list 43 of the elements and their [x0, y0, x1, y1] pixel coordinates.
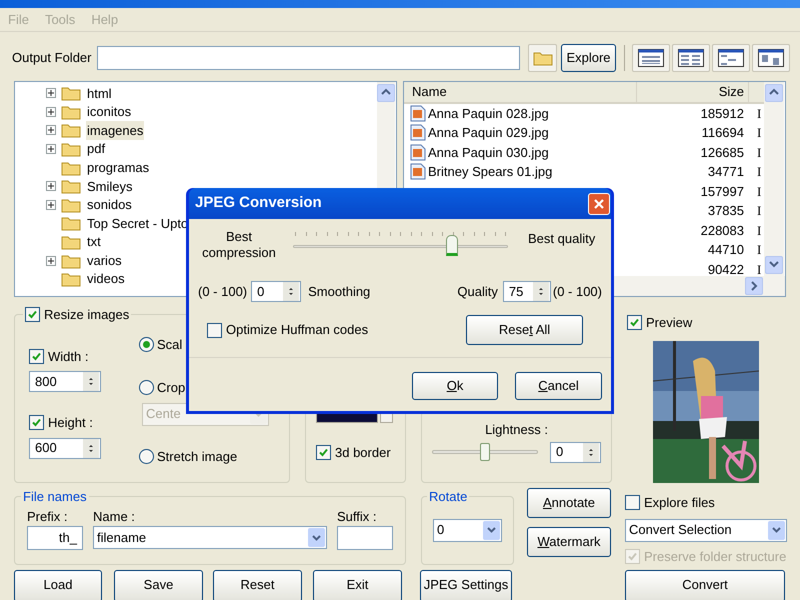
- file-size: 90422: [706, 260, 745, 278]
- field-label: Prefix :: [27, 508, 68, 526]
- group-title: File names: [22, 488, 88, 506]
- checkbox-label: Explore files: [644, 494, 715, 512]
- group-title: Rotate: [428, 488, 468, 506]
- checkbox-label: Preview: [646, 314, 692, 332]
- file-size: 185912: [700, 104, 745, 122]
- table-cell-text: I: [756, 124, 762, 142]
- file-size: 228083: [700, 222, 745, 240]
- slider-max-label: Best quality: [528, 230, 596, 248]
- checkbox-label: Height :: [48, 414, 93, 432]
- range-label: (0 - 100): [198, 282, 248, 301]
- checkbox-label: Optimize Huffman codes: [226, 321, 368, 340]
- radio-label: Scal: [157, 336, 182, 354]
- radio-label: Stretch image: [157, 448, 238, 466]
- file-size: 157997: [700, 182, 745, 200]
- file-size: 116694: [700, 124, 745, 142]
- checkbox-label: Preserve folder structure: [644, 548, 786, 566]
- checkbox-label: Resize images: [44, 306, 130, 324]
- quality-label: Quality: [457, 282, 498, 301]
- table-cell-text: I: [756, 260, 762, 278]
- table-cell-text: I: [756, 104, 762, 122]
- dialog-title: JPEG Conversion: [195, 193, 322, 214]
- range-label: (0 - 100): [552, 282, 602, 301]
- checkbox-label: Width :: [48, 348, 88, 366]
- slider-min-label: Best compression: [201, 229, 277, 261]
- table-cell-text: I: [756, 163, 762, 181]
- lightness-label: Lightness :: [485, 421, 548, 439]
- field-label: Name :: [93, 508, 136, 526]
- file-size: 126685: [700, 144, 745, 162]
- table-cell-text: I: [756, 182, 762, 200]
- smoothing-label: Smoothing: [308, 282, 370, 301]
- checkbox-label: 3d border: [335, 444, 391, 462]
- radio-label: Crop: [157, 379, 186, 397]
- field-label: Output Folder: [12, 49, 92, 68]
- table-cell-text: I: [756, 202, 762, 220]
- file-size: 37835: [706, 202, 745, 220]
- table-cell-text: I: [756, 222, 762, 240]
- file-size: 44710: [706, 241, 745, 259]
- table-cell-text: I: [756, 241, 762, 259]
- field-label: Suffix :: [337, 508, 378, 526]
- file-size: 34771: [706, 163, 745, 181]
- table-cell-text: I: [756, 144, 762, 162]
